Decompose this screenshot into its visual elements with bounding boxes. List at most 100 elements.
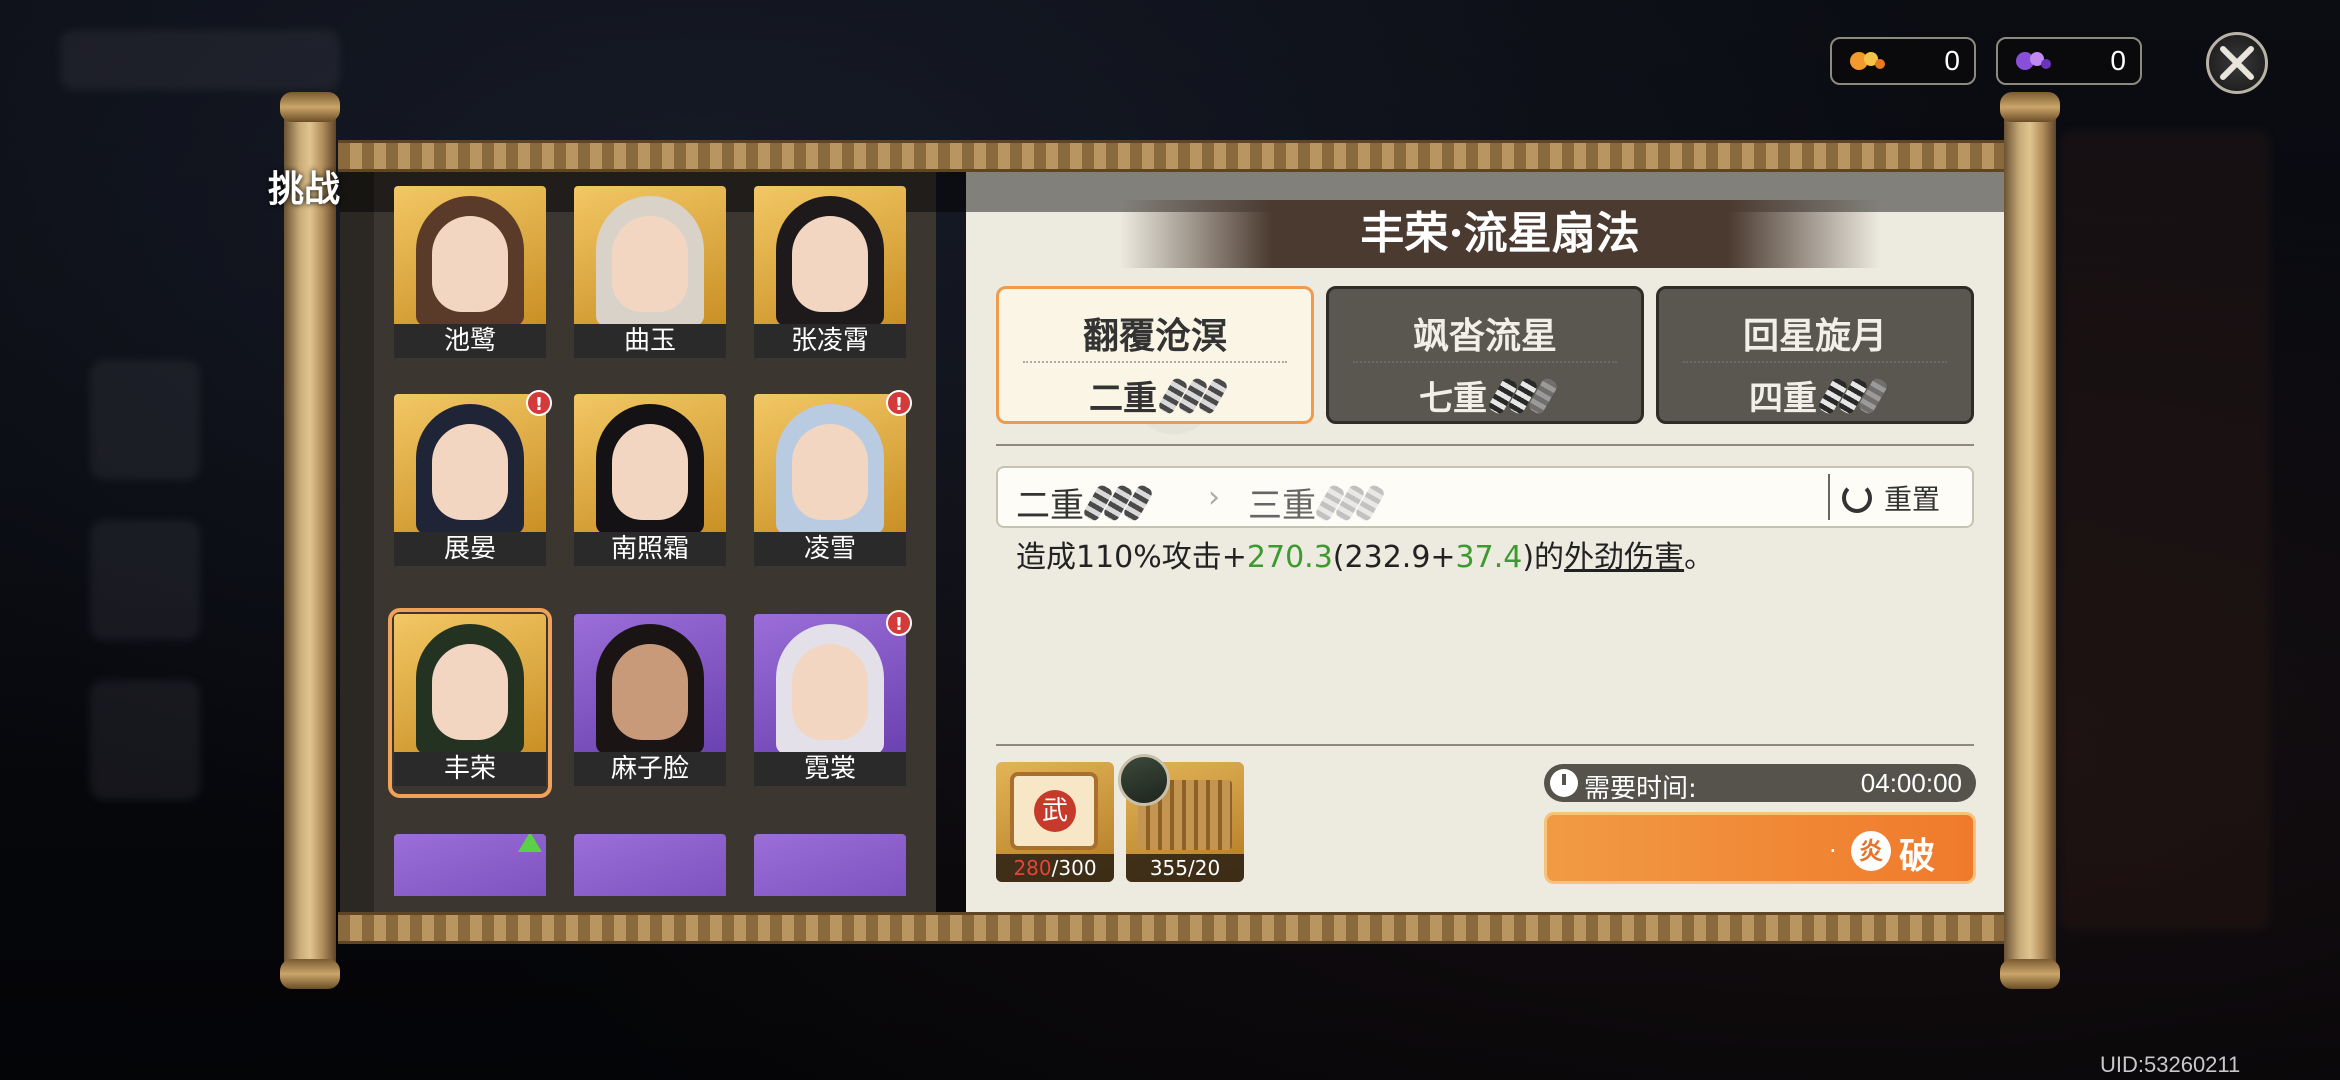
hero-card[interactable]: 池鹭	[394, 186, 546, 364]
hero-mini-avatar	[1118, 754, 1170, 806]
close-button[interactable]	[2206, 32, 2268, 94]
skill-tab[interactable]: 翻覆沧溟 二重	[996, 286, 1314, 424]
skill-tab-level: 二重	[1089, 379, 1157, 419]
divider	[996, 744, 1974, 746]
hero-name: 霓裳	[754, 752, 906, 786]
cost-count: 280/300	[996, 854, 1114, 882]
level-pips	[1314, 482, 1386, 523]
reset-label: 重置	[1884, 483, 1941, 516]
alert-badge: !	[886, 610, 912, 636]
hero-portrait	[394, 186, 546, 326]
reset-icon	[1842, 483, 1872, 513]
challenge-label[interactable]: 挑战	[268, 160, 340, 212]
desc-suffix: 。	[1684, 540, 1715, 575]
desc-base: 232.9+	[1344, 540, 1456, 575]
scroll-border-top	[338, 140, 2004, 172]
desc-bonus: 37.4	[1455, 540, 1523, 575]
scroll-border-bottom	[338, 912, 2004, 944]
currency-value: 0	[1944, 45, 1960, 76]
time-value: 04:00:00	[1860, 768, 1962, 798]
flame-seal-icon: 炎	[1851, 831, 1891, 871]
hero-portrait	[574, 394, 726, 534]
desc-value: 270.3	[1246, 540, 1333, 575]
break-button[interactable]: · 炎 破	[1544, 812, 1976, 884]
skill-tab-name: 翻覆沧溟	[1082, 315, 1227, 357]
clock-icon	[1550, 769, 1578, 797]
level-pips	[1157, 375, 1229, 416]
hero-card[interactable]	[394, 834, 546, 896]
close-icon	[2220, 46, 2254, 80]
cost-have: 280	[1013, 856, 1052, 880]
reset-button[interactable]: 重置	[1842, 476, 1962, 520]
hero-card[interactable]: 麻子脸	[574, 614, 726, 792]
hero-card[interactable]: 霓裳 !	[754, 610, 912, 792]
hero-card[interactable]: 凌雪 !	[754, 390, 912, 572]
hero-card[interactable]: 南照霜	[574, 394, 726, 572]
hero-name: 麻子脸	[574, 752, 726, 786]
desc-paren: (	[1332, 540, 1345, 575]
hero-name: 曲玉	[574, 324, 726, 358]
level-pips	[1082, 482, 1154, 523]
cost-item[interactable]: 武 280/300	[996, 762, 1114, 882]
upgrade-preview: 二重 › 三重 重置	[996, 466, 1974, 528]
skill-tab-name: 飒沓流星	[1412, 315, 1557, 357]
skill-tab-level: 四重	[1749, 379, 1817, 419]
current-level: 二重	[1016, 486, 1084, 526]
purple-gem-icon	[2012, 48, 2054, 74]
upgrade-arrow-icon	[518, 834, 542, 852]
cost-need: /300	[1051, 856, 1097, 880]
hero-name: 展晏	[394, 532, 546, 566]
hero-name: 张凌霄	[754, 324, 906, 358]
hero-card[interactable]: 张凌霄	[754, 186, 906, 364]
level-pips	[1817, 375, 1889, 416]
skill-title: 丰荣·流星扇法	[1360, 208, 1640, 259]
cost-count: 355/20	[1126, 854, 1244, 882]
hero-name: 池鹭	[394, 324, 546, 358]
hero-portrait	[574, 186, 726, 326]
hero-card[interactable]	[754, 834, 906, 896]
cost-have: 355	[1149, 856, 1188, 880]
skill-tab[interactable]: 回星旋月 四重	[1656, 286, 1974, 424]
currency-value: 0	[2110, 45, 2126, 76]
hero-portrait	[394, 614, 546, 754]
desc-prefix: 造成110%攻击+	[1016, 540, 1247, 575]
hero-portrait	[754, 834, 906, 896]
level-pips	[1487, 375, 1559, 416]
damage-type-link[interactable]: 外劲伤害	[1564, 540, 1684, 575]
arrow-right-icon: ›	[1208, 480, 1220, 515]
scroll-rod-left	[280, 92, 340, 989]
next-level: 三重	[1248, 486, 1316, 526]
desc-paren: )的	[1522, 540, 1565, 575]
divider	[996, 444, 1974, 446]
currency-purple[interactable]: 0	[1996, 37, 2142, 85]
hero-card[interactable]: 展晏 !	[394, 390, 552, 572]
hero-portrait	[754, 186, 906, 326]
hero-card[interactable]: 曲玉	[574, 186, 726, 364]
skill-tab-name: 回星旋月	[1742, 315, 1887, 357]
time-required: 需要时间: 04:00:00	[1544, 764, 1976, 804]
hero-name: 南照霜	[574, 532, 726, 566]
hero-card[interactable]	[574, 834, 726, 896]
cost-need: /20	[1188, 856, 1221, 880]
hero-portrait	[574, 614, 726, 754]
hero-list-edge	[340, 172, 374, 912]
break-dot: ·	[1829, 837, 1837, 865]
skill-tab-level: 七重	[1419, 379, 1487, 419]
hero-name: 凌雪	[754, 532, 906, 566]
break-label: 破	[1899, 835, 1936, 877]
hero-portrait	[574, 834, 726, 896]
hero-portrait	[754, 614, 906, 754]
hero-portrait	[754, 394, 906, 534]
hero-portrait	[394, 394, 546, 534]
scroll-rod-right	[2000, 92, 2060, 989]
time-label: 需要时间:	[1584, 774, 1697, 804]
alert-badge: !	[526, 390, 552, 416]
hero-name: 丰荣	[394, 752, 546, 786]
hero-card-selected[interactable]: 丰荣	[388, 608, 552, 798]
skill-tab[interactable]: 飒沓流星 七重	[1326, 286, 1644, 424]
martial-scroll-icon: 武	[1010, 772, 1098, 850]
uid-label: UID:53260211	[2100, 1052, 2241, 1077]
skill-description: 造成110%攻击+270.3(232.9+37.4)的外劲伤害。	[1016, 532, 1714, 576]
currency-orange[interactable]: 0	[1830, 37, 1976, 85]
orange-gem-icon	[1846, 48, 1888, 74]
